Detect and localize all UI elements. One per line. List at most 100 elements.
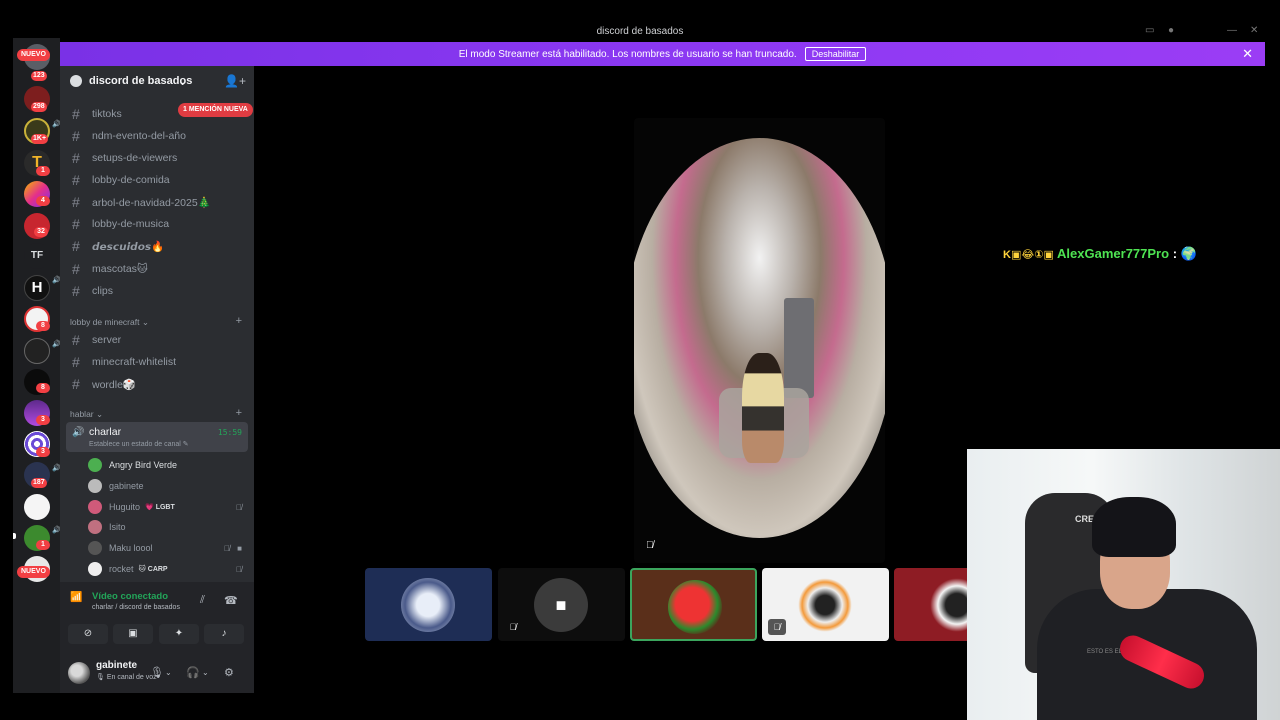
avatar — [88, 458, 102, 472]
hash-icon: # — [72, 332, 80, 348]
avatar — [668, 580, 722, 634]
channel-item[interactable]: # lobby-de-musica — [68, 214, 248, 234]
streamer-mode-banner: El modo Streamer está habilitado. Los no… — [60, 42, 1265, 66]
avatar — [401, 578, 455, 632]
channel-label: lobby-de-musica — [92, 218, 170, 230]
category-minecraft[interactable]: lobby de minecraft ⌄ — [70, 317, 149, 328]
participant-tile[interactable]: 🎙̸ — [762, 568, 889, 641]
muted-icon: 🎙̸ — [236, 564, 242, 574]
screen-share-button[interactable]: ▣ — [113, 624, 153, 644]
microphone-icon[interactable]: 🎙 — [150, 666, 164, 679]
unread-badge: 3 — [36, 447, 50, 457]
participant-tile-speaking[interactable] — [630, 568, 757, 641]
voice-connected-label[interactable]: Vídeo conectado — [92, 591, 168, 602]
window-title: discord de basados — [596, 26, 684, 37]
voice-user-name: gabinete — [109, 481, 144, 491]
noise-suppression-icon[interactable]: ⫽ — [200, 594, 205, 607]
new-badge-top: NUEVO — [17, 49, 50, 61]
server-icon-8[interactable]: H — [24, 275, 50, 301]
activities-button[interactable]: ✦ — [159, 624, 199, 644]
channel-item[interactable]: # setups-de-viewers — [68, 148, 248, 168]
voice-user-name: Angry Bird Verde — [109, 460, 178, 470]
voice-user-name: rocket — [109, 564, 134, 574]
user-name[interactable]: gabinete — [96, 660, 137, 671]
channel-item[interactable]: # 𝙙𝙚𝙨𝙘𝙪𝙞𝙙𝙤𝙨🔥 — [68, 236, 248, 256]
voice-user[interactable]: gabinete — [88, 477, 248, 495]
new-mention-badge[interactable]: 1 MENCIÓN NUEVA — [178, 103, 253, 117]
server-icon-tf[interactable]: TF — [24, 243, 50, 269]
unread-badge: 1 — [36, 166, 50, 176]
channel-item[interactable]: # ndm-evento-del-año — [68, 126, 248, 146]
voice-channel-name: charlar — [89, 426, 122, 438]
hash-icon: # — [72, 194, 80, 210]
unread-badge: 3 — [36, 415, 50, 425]
channel-item[interactable]: # arbol-de-navidad-2025🎄 — [68, 192, 248, 212]
speaker-icon: 🔊 — [52, 465, 60, 472]
streamer-webcam: CREO ESTO ES EL FUTURO — [967, 449, 1280, 720]
participant-tile[interactable] — [365, 568, 492, 641]
new-badge-bottom: NUEVO — [17, 566, 50, 578]
channel-status[interactable]: Establece un estado de canal ✎ — [89, 440, 189, 448]
channel-label: lobby-de-comida — [92, 174, 170, 186]
avatar — [88, 500, 102, 514]
voice-user[interactable]: rocket 🐱 CARP 🎙̸ — [88, 560, 248, 578]
avatar — [88, 479, 102, 493]
hash-icon: # — [72, 238, 80, 254]
help-icon[interactable]: ▭ — [1145, 26, 1155, 36]
add-channel-icon[interactable]: + — [236, 315, 242, 327]
unread-badge: 4 — [36, 196, 50, 206]
server-rail: NUEVO 123 298 🔊 1K+ T 1 4 32 TF H 🔊 8 🔊 … — [13, 38, 60, 693]
voice-user[interactable]: Angry Bird Verde — [88, 456, 248, 474]
avatar — [798, 578, 852, 632]
channel-item[interactable]: # lobby-de-comida — [68, 170, 248, 190]
category-hablar[interactable]: hablar ⌄ — [70, 409, 103, 420]
category-label: hablar — [70, 409, 94, 419]
guild-icon — [70, 75, 82, 87]
unread-badge: 298 — [31, 102, 47, 112]
chevron-down-icon[interactable]: ⌄ — [165, 668, 172, 677]
person-shape — [742, 353, 784, 463]
disable-streamer-button[interactable]: Deshabilitar — [804, 47, 867, 61]
channel-sidebar: discord de basados ⌄ 👤+ # tiktoks 1 MENCI… — [60, 66, 254, 693]
channel-label: wordle🎲 — [92, 378, 137, 391]
channel-label: server — [92, 334, 122, 346]
guild-header[interactable]: discord de basados ⌄ 👤+ — [60, 66, 254, 98]
channel-item[interactable]: # clips — [68, 281, 248, 301]
channel-item[interactable]: # wordle🎲 — [68, 374, 248, 394]
disconnect-icon[interactable]: ☎ — [224, 594, 238, 607]
camera-off-button[interactable]: ⊘ — [68, 624, 108, 644]
voice-user[interactable]: Maku loool 🎙̸ ■ — [88, 539, 248, 557]
add-channel-icon[interactable]: + — [236, 407, 242, 419]
close-banner-icon[interactable]: ✕ — [1242, 46, 1253, 62]
channel-item[interactable]: # server — [68, 330, 248, 350]
channel-label: minecraft-whitelist — [92, 356, 177, 368]
server-icon-15[interactable] — [24, 494, 50, 520]
channel-label: 𝙙𝙚𝙨𝙘𝙪𝙞𝙙𝙤𝙨🔥 — [92, 240, 165, 253]
guild-name: discord de basados — [89, 75, 193, 87]
signal-icon[interactable]: 📶 — [70, 592, 82, 603]
invite-people-icon[interactable]: 👤+ — [224, 74, 246, 88]
avatar[interactable] — [68, 662, 90, 684]
headphones-icon[interactable]: 🎧 — [186, 666, 200, 679]
voice-user[interactable]: Huguito 💗 LGBT 🎙̸ — [88, 498, 248, 516]
inbox-icon[interactable]: ● — [1168, 26, 1178, 36]
channel-item[interactable]: # minecraft-whitelist — [68, 352, 248, 372]
channel-item[interactable]: # mascotas🐱 — [68, 259, 248, 279]
chevron-down-icon[interactable]: ⌄ — [202, 668, 209, 677]
focused-video-stream[interactable]: 🎙̸ — [634, 118, 885, 563]
voice-channel-charlar[interactable]: 🔊 charlar 15:59 Establece un estado de c… — [66, 422, 248, 452]
voice-user[interactable]: Isito — [88, 518, 248, 536]
chat-username: AlexGamer777Pro — [1057, 246, 1170, 261]
muted-icon: 🎙̸ — [236, 502, 242, 512]
soundboard-button[interactable]: ♪ — [204, 624, 244, 644]
speaker-icon: 🔊 — [52, 121, 60, 128]
close-window-icon[interactable]: ✕ — [1250, 26, 1260, 36]
voice-timer: 15:59 — [217, 428, 242, 437]
participant-tile[interactable]: ■ 🎙̸ — [498, 568, 625, 641]
server-icon-10[interactable] — [24, 338, 50, 364]
hash-icon: # — [72, 354, 80, 370]
gear-icon[interactable]: ⚙ — [224, 666, 234, 679]
voice-location[interactable]: charlar / discord de basados — [92, 604, 180, 611]
minimize-icon[interactable]: — — [1227, 26, 1237, 36]
category-label: lobby de minecraft — [70, 317, 140, 327]
